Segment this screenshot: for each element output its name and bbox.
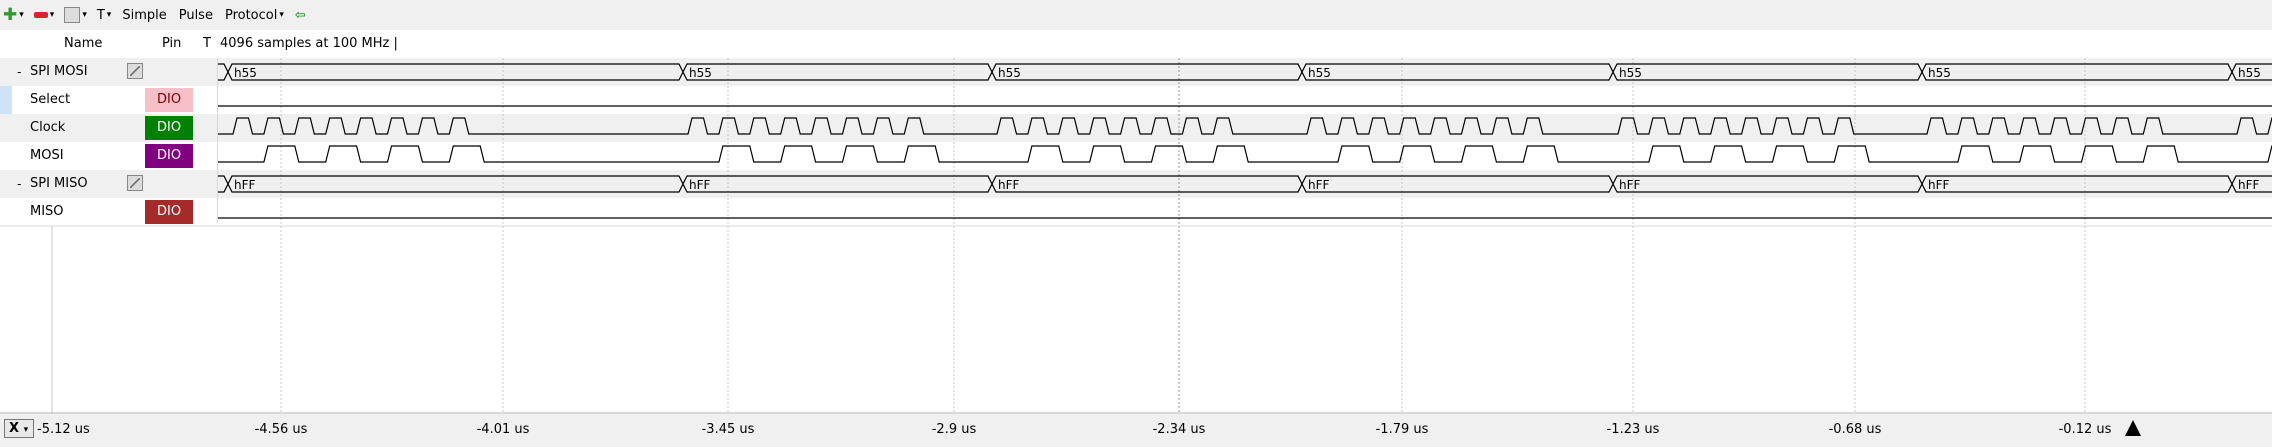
mosi-bus-value: h55 <box>689 66 712 80</box>
chevron-down-icon: ▾ <box>23 425 29 435</box>
axis-tick-label: -1.79 us <box>1375 422 1429 437</box>
time-axis: X ▾ -5.12 us -4.56 us -4.01 us -3.45 us -2.… <box>0 414 2272 447</box>
axis-tick-label: -4.56 us <box>254 422 308 437</box>
mosi-bus-segment <box>218 63 229 81</box>
miso-bus-value: hFF <box>1308 178 1330 192</box>
mosi-bus-value: h55 <box>1308 66 1331 80</box>
mosi-bus-segment <box>682 63 993 81</box>
mosi-bus-value: h55 <box>234 66 257 80</box>
axis-tick-label: -0.68 us <box>1828 422 1882 437</box>
miso-bus-value: hFF <box>1928 178 1950 192</box>
miso-bus-value: hFF <box>998 178 1020 192</box>
axis-tick-label: -2.34 us <box>1152 422 1206 437</box>
miso-bus-segment <box>1612 175 1923 193</box>
x-button-label: X <box>9 421 20 436</box>
axis-tick-label: -4.01 us <box>476 422 530 437</box>
miso-bus-value: hFF <box>689 178 711 192</box>
miso-bus-segment <box>682 175 993 193</box>
miso-bus-value: hFF <box>234 178 256 192</box>
miso-bus-segment <box>227 175 684 193</box>
miso-bus-segment <box>218 175 229 193</box>
waveform-area[interactable]: h55 h55 h55 h55 h55 h55 h55 hFF hFF hFF hFF hFF hFF h… <box>0 0 2272 447</box>
miso-bus-value: hFF <box>1619 178 1641 192</box>
axis-tick-label: -0.12 us <box>2058 422 2112 437</box>
cursor-marker-icon[interactable] <box>2125 420 2141 436</box>
axis-tick-label: -2.9 us <box>931 422 977 437</box>
mosi-signal <box>218 145 2272 163</box>
mosi-bus-segment <box>991 63 1303 81</box>
miso-bus-value: hFF <box>2238 178 2260 192</box>
mosi-bus-value: h55 <box>2238 66 2261 80</box>
clock-signal <box>218 117 2272 135</box>
mosi-bus-segment <box>1301 63 1614 81</box>
x-axis-menu-button[interactable]: X ▾ <box>4 419 34 438</box>
axis-start-label: -5.12 us <box>37 422 90 437</box>
mosi-bus-value: h55 <box>1928 66 1951 80</box>
miso-bus-segment <box>1301 175 1614 193</box>
mosi-bus-value: h55 <box>998 66 1021 80</box>
axis-tick-label: -1.23 us <box>1606 422 1660 437</box>
axis-tick-label: -3.45 us <box>701 422 755 437</box>
mosi-bus-segment <box>227 63 684 81</box>
miso-bus-segment <box>991 175 1303 193</box>
miso-bus-segment <box>1921 175 2233 193</box>
mosi-bus-value: h55 <box>1619 66 1642 80</box>
mosi-bus-segment <box>1612 63 1923 81</box>
mosi-bus-segment <box>1921 63 2233 81</box>
